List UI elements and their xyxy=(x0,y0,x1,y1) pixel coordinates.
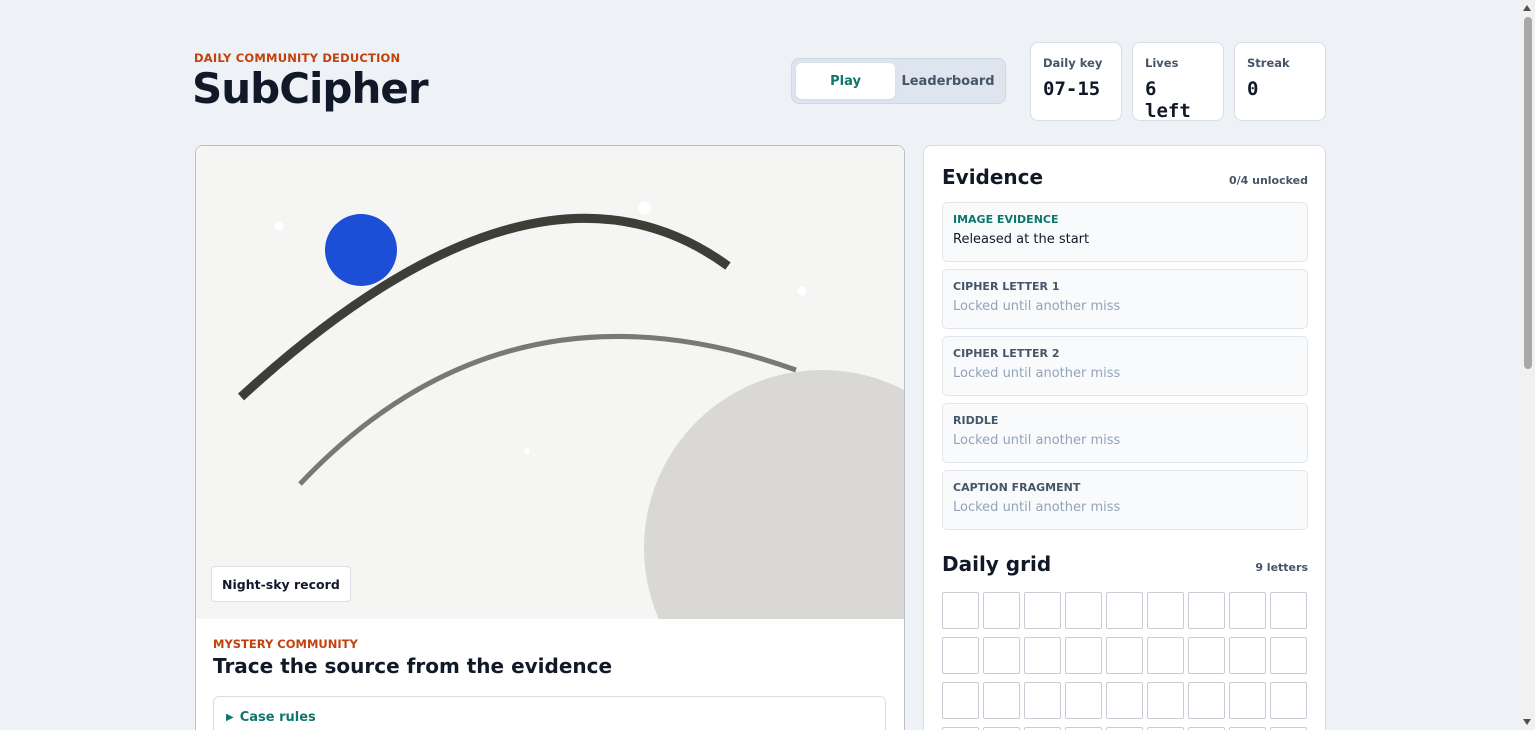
daily-grid-count: 9 letters xyxy=(1255,561,1308,574)
evidence-image: Night-sky record xyxy=(196,146,904,619)
grid-cell[interactable] xyxy=(1065,682,1102,719)
grid-cell[interactable] xyxy=(983,592,1020,629)
mystery-label: MYSTERY COMMUNITY xyxy=(213,637,358,651)
tab-play[interactable]: Play xyxy=(796,63,896,99)
evidence-type: CAPTION FRAGMENT xyxy=(953,481,1081,494)
grid-cell[interactable] xyxy=(1270,682,1307,719)
evidence-item: CAPTION FRAGMENT Locked until another mi… xyxy=(942,470,1308,530)
page: DAILY COMMUNITY DEDUCTION SubCipher Play… xyxy=(192,0,1326,730)
star-shape xyxy=(797,286,807,296)
evidence-type: CIPHER LETTER 1 xyxy=(953,280,1060,293)
page-scrollbar[interactable] xyxy=(1520,0,1535,730)
grid-cell[interactable] xyxy=(1270,592,1307,629)
page-title: SubCipher xyxy=(192,64,429,113)
grid-cell[interactable] xyxy=(1229,682,1266,719)
grid-cell[interactable] xyxy=(942,592,979,629)
grid-cell[interactable] xyxy=(942,637,979,674)
case-rules: ▶ Case rules xyxy=(213,696,886,730)
evidence-text: Locked until another miss xyxy=(953,366,1121,381)
grid-cell[interactable] xyxy=(1024,637,1061,674)
grid-cell[interactable] xyxy=(1270,637,1307,674)
grid-cell[interactable] xyxy=(1065,637,1102,674)
grid-cell[interactable] xyxy=(1106,637,1143,674)
evidence-count: 0/4 unlocked xyxy=(1228,174,1308,187)
evidence-panel: Evidence 0/4 unlocked IMAGE EVIDENCE Rel… xyxy=(923,145,1326,730)
stat-lives: Lives 6 left xyxy=(1132,42,1224,122)
grid-cell[interactable] xyxy=(1024,592,1061,629)
header-eyebrow: DAILY COMMUNITY DEDUCTION xyxy=(194,51,401,65)
grid-cell[interactable] xyxy=(1106,592,1143,629)
grid-cell[interactable] xyxy=(942,682,979,719)
grid-cell[interactable] xyxy=(1024,682,1061,719)
grid-cell[interactable] xyxy=(1188,682,1225,719)
evidence-type: RIDDLE xyxy=(953,414,999,427)
stat-daily-key: Daily key 07-15 xyxy=(1030,42,1122,121)
grid-cell[interactable] xyxy=(983,682,1020,719)
star-shape xyxy=(638,201,652,215)
case-rules-toggle[interactable]: ▶ Case rules xyxy=(226,710,873,725)
case-rules-label: Case rules xyxy=(239,710,316,725)
mode-tabs: Play Leaderboard xyxy=(791,58,1006,104)
evidence-text: Locked until another miss xyxy=(953,500,1121,515)
evidence-type: CIPHER LETTER 2 xyxy=(953,347,1060,360)
grid-cell[interactable] xyxy=(1147,682,1184,719)
stat-value: 6 left xyxy=(1145,78,1191,122)
grid-cell[interactable] xyxy=(1065,592,1102,629)
star-shape xyxy=(524,448,530,454)
tab-leaderboard[interactable]: Leaderboard xyxy=(895,63,1001,99)
grid-cell[interactable] xyxy=(1229,592,1266,629)
evidence-list: IMAGE EVIDENCE Released at the start CIP… xyxy=(942,202,1308,537)
scroll-thumb[interactable] xyxy=(1524,17,1532,369)
image-caption: Night-sky record xyxy=(211,566,351,602)
grid-cell[interactable] xyxy=(1188,592,1225,629)
daily-grid-header: Daily grid 9 letters xyxy=(942,552,1308,576)
evidence-type: IMAGE EVIDENCE xyxy=(953,213,1059,226)
evidence-header: Evidence 0/4 unlocked xyxy=(942,165,1308,189)
evidence-item: RIDDLE Locked until another miss xyxy=(942,403,1308,463)
evidence-text: Released at the start xyxy=(953,232,1090,247)
case-panel: Night-sky record MYSTERY COMMUNITY Trace… xyxy=(195,145,905,730)
stat-label: Lives xyxy=(1145,56,1179,70)
grid-cell[interactable] xyxy=(1188,637,1225,674)
grid-cell[interactable] xyxy=(1106,682,1143,719)
stat-streak: Streak 0 xyxy=(1234,42,1326,121)
stat-label: Streak xyxy=(1247,56,1290,70)
evidence-title: Evidence xyxy=(942,165,1044,189)
scroll-up-icon[interactable] xyxy=(1523,5,1531,11)
daily-grid-title: Daily grid xyxy=(942,552,1052,576)
evidence-item: IMAGE EVIDENCE Released at the start xyxy=(942,202,1308,262)
planet-shape xyxy=(325,214,397,286)
evidence-item: CIPHER LETTER 2 Locked until another mis… xyxy=(942,336,1308,396)
evidence-text: Locked until another miss xyxy=(953,299,1121,314)
grid-cell[interactable] xyxy=(1147,637,1184,674)
triangle-right-icon: ▶ xyxy=(226,712,234,723)
evidence-text: Locked until another miss xyxy=(953,433,1121,448)
grid-cell[interactable] xyxy=(1147,592,1184,629)
mystery-title: Trace the source from the evidence xyxy=(213,654,613,678)
letter-grid xyxy=(942,592,1308,730)
grid-cell[interactable] xyxy=(983,637,1020,674)
stat-value: 0 xyxy=(1247,78,1259,100)
grid-cell[interactable] xyxy=(1229,637,1266,674)
star-shape xyxy=(274,221,284,231)
stat-value: 07-15 xyxy=(1043,78,1101,100)
evidence-item: CIPHER LETTER 1 Locked until another mis… xyxy=(942,269,1308,329)
scroll-down-icon[interactable] xyxy=(1523,719,1531,725)
stat-label: Daily key xyxy=(1043,56,1103,70)
night-sky-artwork xyxy=(196,146,904,619)
